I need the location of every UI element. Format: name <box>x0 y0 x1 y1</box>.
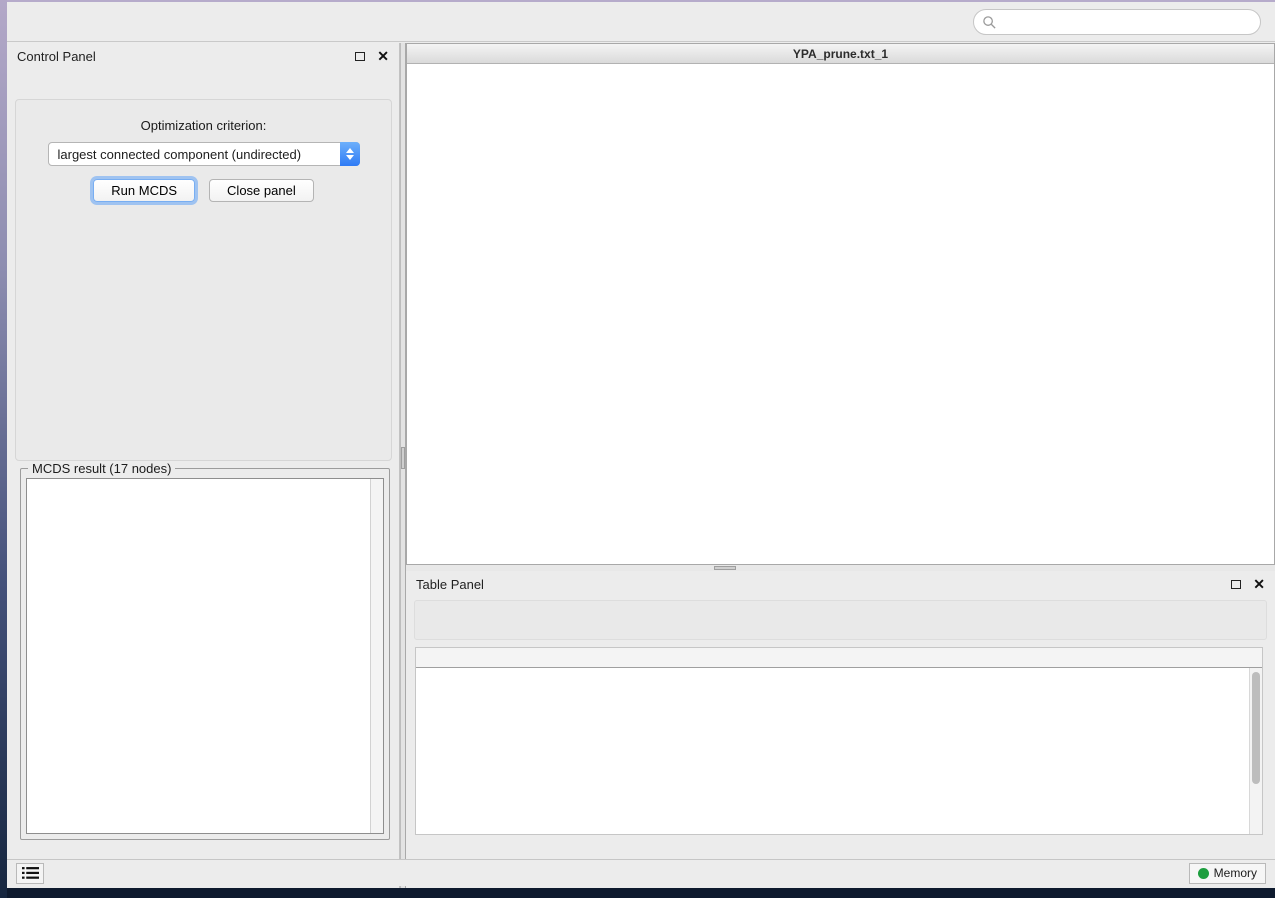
cytoscape-window: Control Panel ✕ Optimization criterion: … <box>7 0 1275 886</box>
table-panel-title: Table Panel <box>416 577 1231 592</box>
task-list-icon <box>22 866 39 880</box>
mcds-result-list[interactable] <box>27 479 370 833</box>
network-window-titlebar[interactable]: YPA_prune.txt_1 <box>407 44 1274 64</box>
right-region: YPA_prune.txt_1 Table Panel ✕ <box>406 43 1275 888</box>
control-panel-title: Control Panel <box>17 49 355 64</box>
table-panel: Table Panel ✕ <box>406 571 1275 862</box>
table-header-row <box>416 648 1262 668</box>
memory-button[interactable]: Memory <box>1189 863 1266 884</box>
float-panel-icon[interactable] <box>355 52 365 61</box>
network-graph[interactable] <box>407 65 1274 564</box>
float-panel-icon[interactable] <box>1231 580 1241 589</box>
search-box[interactable] <box>973 9 1261 35</box>
task-history-button[interactable] <box>16 863 44 884</box>
close-panel-icon[interactable]: ✕ <box>377 51 389 61</box>
memory-label: Memory <box>1214 866 1257 880</box>
optimization-label: Optimization criterion: <box>16 118 391 133</box>
mcds-list-scrollbar[interactable] <box>370 479 383 833</box>
network-canvas[interactable] <box>407 65 1274 564</box>
criterion-value: largest connected component (undirected) <box>58 147 302 162</box>
search-input[interactable] <box>1002 15 1252 29</box>
main-toolbar <box>7 2 1275 42</box>
desktop-wallpaper-strip <box>0 0 7 898</box>
network-view-window: YPA_prune.txt_1 <box>406 43 1275 565</box>
search-icon <box>982 15 997 30</box>
splitter-grip[interactable] <box>714 566 736 570</box>
criterion-dropdown[interactable]: largest connected component (undirected) <box>48 142 360 166</box>
control-panel: Control Panel ✕ Optimization criterion: … <box>7 43 400 888</box>
memory-status-icon <box>1198 868 1209 879</box>
mcds-result-group: MCDS result (17 nodes) <box>20 468 390 840</box>
table-scrollbar[interactable] <box>1249 668 1262 834</box>
network-window-title: YPA_prune.txt_1 <box>407 47 1274 61</box>
close-panel-icon[interactable]: ✕ <box>1253 579 1265 589</box>
mcds-result-title: MCDS result (17 nodes) <box>28 461 175 476</box>
scrollbar-thumb[interactable] <box>1252 672 1260 784</box>
status-bar: Memory <box>7 859 1275 886</box>
mcds-section: Optimization criterion: largest connecte… <box>15 99 392 461</box>
table-toolbar <box>414 600 1267 640</box>
close-panel-button[interactable]: Close panel <box>209 179 314 202</box>
node-table[interactable] <box>415 647 1263 835</box>
run-mcds-button[interactable]: Run MCDS <box>93 179 195 202</box>
splitter-grip[interactable] <box>401 447 405 469</box>
dropdown-stepper-icon <box>340 142 360 166</box>
